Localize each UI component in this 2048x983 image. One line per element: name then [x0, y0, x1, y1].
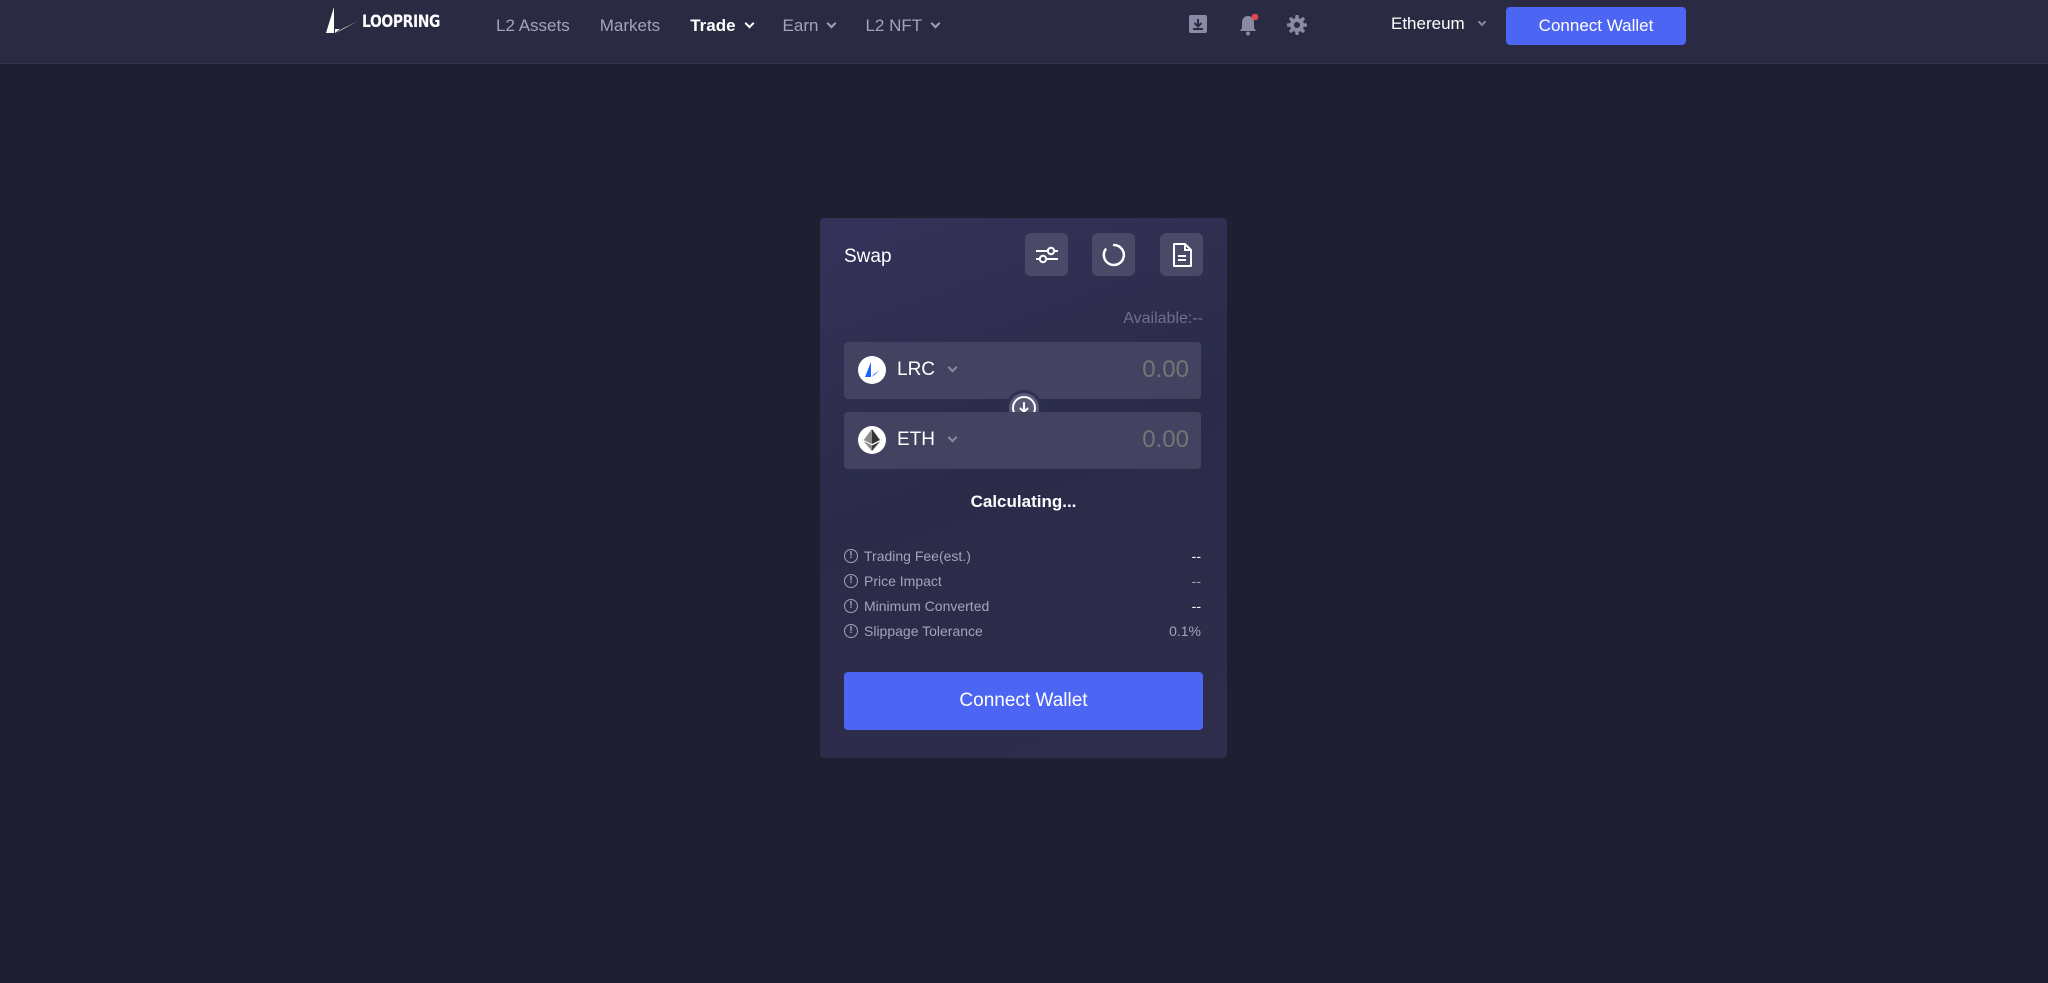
chevron-down-icon: [1477, 17, 1486, 26]
from-amount-field[interactable]: [1029, 356, 1189, 384]
nav-trade[interactable]: Trade: [690, 16, 754, 36]
chevron-down-icon: [744, 18, 754, 29]
trade-details: ! Trading Fee(est.) -- ! Price Impact --…: [844, 543, 1201, 643]
swap-title: Swap: [844, 246, 892, 267]
info-value: 0.1%: [1169, 622, 1201, 639]
info-row-minimum-converted: ! Minimum Converted --: [844, 593, 1201, 618]
gear-icon[interactable]: [1285, 13, 1309, 37]
button-label: Connect Wallet: [959, 690, 1088, 711]
bell-icon[interactable]: [1236, 13, 1260, 37]
info-value: --: [1191, 572, 1201, 589]
info-icon[interactable]: !: [844, 548, 858, 563]
nav-markets[interactable]: Markets: [600, 16, 660, 36]
nav-label: L2 Assets: [496, 16, 570, 35]
to-amount-field[interactable]: [1029, 426, 1189, 454]
loopring-logo-icon: [326, 7, 358, 33]
button-label: Connect Wallet: [1538, 16, 1654, 35]
document-icon: [1172, 242, 1192, 267]
chevron-down-icon: [947, 362, 958, 373]
network-selector[interactable]: Ethereum: [1391, 14, 1486, 34]
swap-settings-button[interactable]: [1025, 233, 1068, 276]
info-row-slippage-tolerance[interactable]: ! Slippage Tolerance 0.1%: [844, 618, 1201, 643]
refresh-icon: [1102, 243, 1125, 266]
main-nav: L2 Assets Markets Trade Earn L2 NFT: [496, 16, 969, 36]
slider-settings-icon: [1035, 246, 1058, 263]
history-button[interactable]: [1160, 233, 1203, 276]
info-label: Minimum Converted: [864, 597, 990, 614]
chevron-down-icon: [930, 18, 941, 29]
nav-label: Earn: [782, 16, 819, 35]
network-label: Ethereum: [1391, 14, 1465, 33]
header-connect-wallet-button[interactable]: Connect Wallet: [1506, 7, 1686, 45]
from-token-selector[interactable]: LRC: [858, 356, 958, 384]
lrc-token-icon: [858, 356, 886, 384]
nav-l2-nft[interactable]: L2 NFT: [865, 16, 941, 36]
eth-token-icon: [858, 426, 886, 454]
quote-status: Calculating...: [970, 492, 1077, 511]
info-value: --: [1191, 547, 1201, 564]
refresh-button[interactable]: [1092, 233, 1135, 276]
nav-label: Trade: [690, 16, 736, 35]
chevron-down-icon: [827, 18, 837, 29]
top-nav-bar: LOOPRING L2 Assets Markets Trade Earn L2…: [0, 0, 2048, 64]
chevron-down-icon: [947, 432, 958, 443]
info-label: Trading Fee(est.): [864, 547, 971, 564]
available-balance: Available:--: [1123, 310, 1203, 327]
to-token-input[interactable]: ETH: [844, 412, 1201, 469]
nav-label: L2 NFT: [865, 16, 923, 35]
info-label: Slippage Tolerance: [864, 622, 983, 639]
info-row-trading-fee: ! Trading Fee(est.) --: [844, 543, 1201, 568]
download-icon[interactable]: [1187, 13, 1211, 37]
logo-text: LOOPRING: [362, 12, 441, 32]
info-label: Price Impact: [864, 572, 942, 589]
nav-l2-assets[interactable]: L2 Assets: [496, 16, 570, 36]
swap-panel: Swap Available:-- LRC 0.00 ETH 0.00 Calc…: [820, 218, 1227, 758]
info-row-price-impact: ! Price Impact --: [844, 568, 1201, 593]
info-value: --: [1191, 597, 1201, 614]
swap-connect-wallet-button[interactable]: Connect Wallet: [844, 672, 1203, 730]
to-token-selector[interactable]: ETH: [858, 426, 958, 454]
nav-label: Markets: [599, 16, 661, 35]
info-icon[interactable]: !: [844, 623, 858, 638]
notification-dot: [1251, 13, 1259, 21]
info-icon[interactable]: !: [844, 598, 858, 613]
to-token-name: ETH: [897, 429, 935, 450]
loopring-logo[interactable]: LOOPRING: [326, 4, 457, 40]
nav-earn[interactable]: Earn: [782, 16, 837, 36]
info-icon[interactable]: !: [844, 573, 858, 588]
from-token-name: LRC: [897, 359, 936, 380]
